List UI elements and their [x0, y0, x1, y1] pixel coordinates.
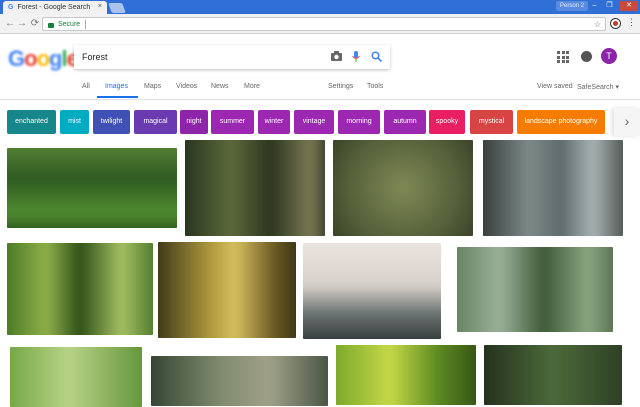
- image-result-thumbnail[interactable]: [151, 356, 328, 406]
- image-result-thumbnail[interactable]: [333, 140, 473, 236]
- tab-more[interactable]: More: [244, 83, 260, 90]
- maximize-button[interactable]: ❐: [603, 1, 616, 11]
- tab-tools[interactable]: Tools: [367, 83, 383, 90]
- logo-letter: G: [8, 46, 25, 71]
- close-tab-icon[interactable]: ×: [98, 3, 102, 10]
- avatar[interactable]: T: [601, 48, 617, 64]
- tab-all[interactable]: All: [82, 83, 90, 90]
- browser-tab[interactable]: G Forest - Google Search ×: [3, 1, 107, 14]
- image-result-thumbnail[interactable]: [336, 345, 476, 405]
- image-result-thumbnail[interactable]: [7, 243, 153, 335]
- forward-button[interactable]: →: [15, 17, 29, 31]
- image-result-thumbnail[interactable]: [185, 140, 325, 236]
- image-result-thumbnail[interactable]: [303, 243, 441, 339]
- chevron-right-icon[interactable]: ›: [614, 108, 640, 136]
- image-result-thumbnail[interactable]: [10, 347, 142, 407]
- close-window-button[interactable]: ✕: [620, 1, 638, 11]
- chrome-menu-icon[interactable]: ⋮: [627, 17, 636, 28]
- view-saved-link[interactable]: View saved: [537, 83, 573, 90]
- profile-button[interactable]: Person 2: [556, 1, 589, 11]
- extension-icon[interactable]: [610, 18, 621, 29]
- image-result-thumbnail[interactable]: [158, 242, 296, 338]
- google-favicon-icon: G: [8, 4, 14, 11]
- chip-winter[interactable]: winter: [258, 110, 290, 134]
- chip-morning[interactable]: morning: [338, 110, 380, 134]
- chip-magical[interactable]: magical: [134, 110, 177, 134]
- notifications-icon[interactable]: [581, 51, 592, 62]
- new-tab-button[interactable]: [108, 3, 126, 13]
- bookmark-star-icon[interactable]: ☆: [594, 20, 601, 29]
- tab-news[interactable]: News: [211, 83, 229, 90]
- browser-toolbar: ← → ⟳ Secure ☆ ⋮: [0, 14, 640, 34]
- search-query: Forest: [82, 52, 108, 62]
- google-apps-icon[interactable]: [557, 51, 569, 63]
- chip-enchanted[interactable]: enchanted: [7, 110, 56, 134]
- secure-label: Secure: [58, 20, 81, 28]
- chip-vintage[interactable]: vintage: [294, 110, 334, 134]
- microphone-icon[interactable]: [350, 51, 362, 63]
- chip-night[interactable]: night: [180, 110, 208, 134]
- search-input[interactable]: Forest: [74, 45, 390, 69]
- safesearch-dropdown[interactable]: SafeSearch ▾: [577, 83, 619, 91]
- image-result-thumbnail[interactable]: [484, 345, 622, 405]
- google-logo[interactable]: Google: [8, 46, 79, 72]
- image-result-thumbnail[interactable]: [483, 140, 623, 236]
- tab-videos[interactable]: Videos: [176, 83, 197, 90]
- minimize-button[interactable]: –: [588, 1, 601, 11]
- chip-landscape-photography[interactable]: landscape photography: [517, 110, 605, 134]
- search-icon[interactable]: [370, 51, 382, 63]
- camera-icon[interactable]: [330, 51, 342, 63]
- omnibox-separator: [85, 19, 87, 29]
- reload-button[interactable]: ⟳: [28, 17, 42, 31]
- address-bar[interactable]: Secure ☆: [42, 17, 606, 31]
- chip-twilight[interactable]: twilight: [93, 110, 130, 134]
- tab-settings[interactable]: Settings: [328, 83, 353, 90]
- chip-mystical[interactable]: mystical: [470, 110, 513, 134]
- tab-title: Forest - Google Search: [17, 4, 91, 11]
- tab-maps[interactable]: Maps: [144, 83, 161, 90]
- image-result-thumbnail[interactable]: [457, 247, 613, 332]
- chip-spooky[interactable]: spooky: [429, 110, 465, 134]
- chip-mist[interactable]: mist: [60, 110, 89, 134]
- title-bar: G Forest - Google Search × Person 2 – ❐ …: [0, 0, 640, 14]
- logo-letter: g: [49, 46, 62, 71]
- chip-summer[interactable]: summer: [211, 110, 254, 134]
- chip-autumn[interactable]: autumn: [384, 110, 426, 134]
- logo-letter: o: [36, 46, 50, 71]
- divider: [0, 99, 640, 100]
- lock-icon: [48, 22, 54, 28]
- logo-letter: o: [24, 46, 37, 71]
- tab-images[interactable]: Images: [105, 83, 128, 90]
- image-result-thumbnail[interactable]: [7, 148, 177, 228]
- active-tab-indicator: [97, 96, 138, 98]
